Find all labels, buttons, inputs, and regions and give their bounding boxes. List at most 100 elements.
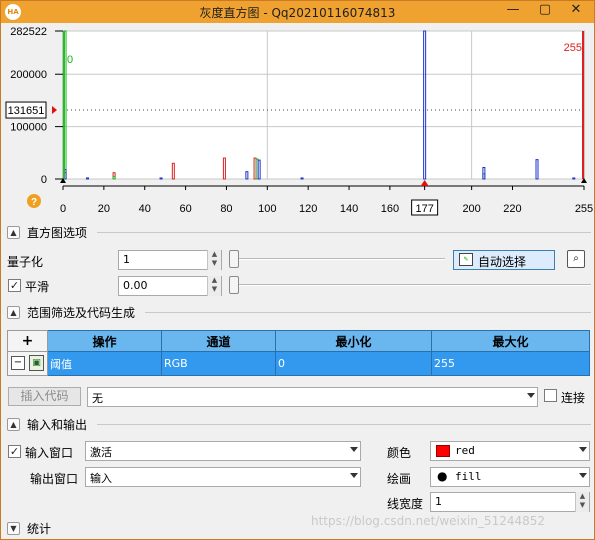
histogram-chart[interactable]: 0 100000 200000 282522 131651 0 255 0 20 40 60 80 10…: [1, 23, 594, 219]
section-title: 输入和输出: [27, 418, 88, 432]
connect-label: 连接: [561, 391, 586, 405]
quantize-slider-track[interactable]: [231, 258, 445, 260]
chevron-down-icon[interactable]: [579, 473, 587, 478]
spin-down-icon[interactable]: ▼: [208, 285, 221, 294]
insert-code-button[interactable]: 插入代码: [8, 387, 81, 406]
add-row-button[interactable]: +: [7, 330, 48, 352]
color-swatch: [436, 445, 450, 457]
spin-down-icon[interactable]: ▼: [208, 259, 221, 268]
spin-down-icon[interactable]: ▼: [576, 501, 589, 510]
x-tick-label: 20: [98, 203, 110, 215]
smooth-slider-thumb[interactable]: [229, 276, 239, 294]
column-header-channel[interactable]: 通道: [161, 330, 276, 352]
cell-channel[interactable]: RGB: [161, 351, 276, 376]
input-window-label: 输入窗口: [25, 446, 74, 460]
maximize-button[interactable]: ▢: [531, 1, 559, 21]
collapse-arrow-icon[interactable]: ▲: [7, 226, 20, 239]
output-window-label: 输出窗口: [30, 472, 79, 486]
x-tick-label: 80: [220, 203, 232, 215]
y-tick-label: 200000: [10, 69, 47, 81]
range-table[interactable]: + 操作 通道 最小化 最大化 − ▣ 阈值 RGB 0 255: [7, 330, 590, 376]
x-tick-label: 60: [179, 203, 191, 215]
smooth-slider-track[interactable]: [231, 284, 591, 286]
column-header-op[interactable]: 操作: [47, 330, 162, 352]
input-window-checkbox[interactable]: ✓: [8, 445, 21, 458]
table-header-row: + 操作 通道 最小化 最大化: [7, 330, 590, 352]
line-width-input[interactable]: 1: [430, 492, 590, 512]
section-title: 统计: [27, 522, 52, 536]
histogram-settings-icon[interactable]: ⌕: [567, 250, 585, 268]
section-range-filter[interactable]: ▲ 范围筛选及代码生成: [5, 304, 591, 320]
cell-min[interactable]: 0: [275, 351, 432, 376]
minimize-button[interactable]: —: [499, 1, 527, 21]
chevron-down-icon[interactable]: [350, 473, 358, 478]
output-window-value: 输入: [90, 472, 112, 485]
row-controls[interactable]: − ▣: [7, 351, 48, 376]
quantize-spinner[interactable]: ▲ ▼: [207, 250, 221, 270]
lower-bound-label: 0: [67, 54, 73, 66]
y-tick-label: 282522: [10, 26, 47, 38]
quantize-label: 量子化: [7, 255, 44, 269]
collapse-arrow-icon[interactable]: ▲: [7, 418, 20, 431]
upper-bound-label: 255: [564, 42, 582, 54]
chevron-down-icon[interactable]: [350, 447, 358, 452]
watermark: https://blog.csdn.net/weixin_51244852: [311, 514, 546, 528]
color-label: 颜色: [387, 446, 412, 460]
cell-op[interactable]: 阈值: [47, 351, 162, 376]
threshold-marker-icon[interactable]: [52, 106, 57, 115]
column-header-min[interactable]: 最小化: [275, 330, 432, 352]
threshold-op-icon: ▣: [29, 355, 44, 371]
section-histogram-options[interactable]: ▲ 直方图选项: [5, 224, 591, 240]
chevron-down-icon[interactable]: [527, 393, 535, 398]
section-stats[interactable]: ▼ 统计: [5, 520, 65, 536]
code-select-value: 无: [92, 392, 103, 405]
histogram-svg[interactable]: 0 100000 200000 282522 131651 0 255 0 20 40 60 80 10…: [1, 23, 594, 219]
close-button[interactable]: ✕: [562, 1, 590, 21]
color-select[interactable]: red: [430, 441, 590, 461]
connect-checkbox[interactable]: [544, 389, 557, 402]
spin-up-icon[interactable]: ▲: [208, 276, 221, 285]
cursor-marker-icon[interactable]: [420, 180, 429, 186]
expand-arrow-icon[interactable]: ▼: [7, 522, 20, 535]
smooth-checkbox[interactable]: ✓: [8, 279, 21, 292]
table-row[interactable]: − ▣ 阈值 RGB 0 255: [7, 351, 590, 376]
x-tick-label: 0: [60, 203, 66, 215]
smooth-label: 平滑: [25, 280, 50, 294]
remove-row-button[interactable]: −: [11, 356, 25, 370]
auto-icon: ✎: [459, 253, 473, 266]
fill-icon: ●: [437, 469, 448, 483]
section-title: 直方图选项: [27, 226, 88, 240]
x-tick-label: 120: [299, 203, 317, 215]
spin-up-icon[interactable]: ▲: [576, 492, 589, 501]
smooth-spinner[interactable]: ▲ ▼: [207, 276, 221, 296]
threshold-label: 131651: [8, 105, 45, 117]
input-window-select[interactable]: 激活: [85, 441, 361, 461]
quantize-slider-thumb[interactable]: [229, 250, 239, 268]
cell-max[interactable]: 255: [431, 351, 590, 376]
plot-area[interactable]: [62, 30, 585, 180]
line-width-label: 线宽度: [387, 497, 424, 511]
x-tick-label: 160: [381, 203, 399, 215]
x-tick-label: 177: [415, 203, 433, 215]
section-divider: [145, 312, 591, 313]
line-width-spinner[interactable]: ▲ ▼: [575, 492, 589, 512]
chevron-down-icon[interactable]: [579, 447, 587, 452]
code-select[interactable]: 无: [87, 387, 538, 407]
draw-label: 绘画: [387, 472, 412, 486]
section-io[interactable]: ▲ 输入和输出: [5, 416, 591, 432]
spin-up-icon[interactable]: ▲: [208, 250, 221, 259]
output-window-select[interactable]: 输入: [85, 467, 361, 487]
draw-select[interactable]: ● fill: [430, 467, 590, 487]
title-bar[interactable]: HA 灰度直方图 - Qq20210116074813 — ▢ ✕: [1, 1, 594, 23]
x-tick-label: 220: [503, 203, 521, 215]
column-header-max[interactable]: 最大化: [431, 330, 590, 352]
color-value: red: [455, 444, 475, 457]
x-tick-label: 200: [462, 203, 480, 215]
section-divider: [97, 232, 591, 233]
histogram-window: HA 灰度直方图 - Qq20210116074813 — ▢ ✕ 0 10000…: [0, 0, 595, 540]
x-tick-label: 255: [575, 203, 593, 215]
y-tick-label: 0: [41, 174, 47, 186]
y-tick-label: 100000: [10, 122, 47, 134]
auto-select-button[interactable]: ✎ 自动选择: [453, 250, 555, 270]
collapse-arrow-icon[interactable]: ▲: [7, 306, 20, 319]
